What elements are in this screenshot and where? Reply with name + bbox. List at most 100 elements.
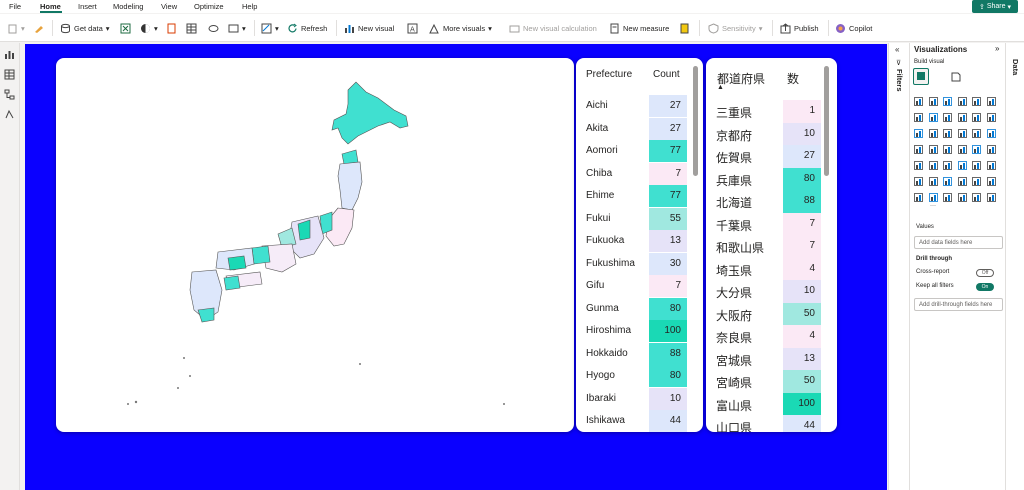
column-header-count[interactable]: Count xyxy=(653,69,680,80)
matrix-visual-icon[interactable] xyxy=(986,161,996,170)
line-column-visual-icon[interactable] xyxy=(957,113,967,122)
excel-button[interactable] xyxy=(120,21,131,35)
recent-sources-button[interactable]: ▾ xyxy=(228,21,246,35)
treemap-visual-icon[interactable] xyxy=(986,129,996,138)
cross-report-toggle[interactable]: Off xyxy=(976,269,994,277)
prefecture-table-en[interactable]: Prefecture Count Aichi 27 Akita 27 Aomori 77 C… xyxy=(576,58,703,432)
publish-button[interactable]: Publish xyxy=(780,21,819,35)
menu-view[interactable]: View xyxy=(161,2,177,11)
map-region-ehime[interactable] xyxy=(223,275,241,291)
table-row[interactable]: Aichi 27 xyxy=(576,95,691,117)
table-row[interactable]: Hokkaido 88 xyxy=(576,342,691,365)
filled-map-visual-icon[interactable] xyxy=(928,145,938,154)
table-row[interactable]: 宮城県 13 xyxy=(706,347,821,370)
build-visual-tab[interactable] xyxy=(913,68,929,85)
refresh-button[interactable]: Refresh xyxy=(287,21,327,35)
menu-help[interactable]: Help xyxy=(242,2,257,11)
table-row[interactable]: 奈良県 4 xyxy=(706,325,821,348)
menu-home[interactable]: Home xyxy=(40,2,61,11)
table-row[interactable]: 山口県 44 xyxy=(706,415,821,432)
table-row[interactable]: 佐賀県 27 xyxy=(706,145,821,168)
expand-chevron-icon[interactable]: » xyxy=(995,44,999,53)
table-row[interactable]: 大分県 10 xyxy=(706,280,821,303)
table-row[interactable]: 北海道 88 xyxy=(706,190,821,213)
filters-pane[interactable]: « ⊽ Filters xyxy=(888,43,910,490)
map-region-hyogo[interactable] xyxy=(251,245,271,265)
python-visual-icon[interactable] xyxy=(928,177,938,186)
collapse-chevron-icon[interactable]: « xyxy=(895,45,899,54)
table-row[interactable]: 三重県 1 xyxy=(706,100,821,123)
table-row[interactable]: Ehime 77 xyxy=(576,185,691,207)
dax-query-view-icon[interactable] xyxy=(4,107,15,119)
scatter-visual-icon[interactable] xyxy=(943,129,952,138)
key-influencers-visual-icon[interactable] xyxy=(943,177,952,186)
quick-measure-button[interactable] xyxy=(679,21,690,35)
menu-modeling[interactable]: Modeling xyxy=(113,2,143,11)
gauge-visual-icon[interactable] xyxy=(986,145,996,154)
table-scrollbar[interactable] xyxy=(824,66,829,176)
format-painter-button[interactable] xyxy=(33,21,44,35)
map-region-hiroshima[interactable] xyxy=(227,255,247,271)
table-row[interactable]: Ishikawa 44 xyxy=(576,410,691,432)
trophy-visual-icon[interactable] xyxy=(957,193,967,202)
card-visual-icon[interactable] xyxy=(914,161,923,170)
onelake-button[interactable]: ▾ xyxy=(140,21,158,35)
model-view-icon[interactable] xyxy=(4,87,15,100)
menu-file[interactable]: File xyxy=(9,2,21,11)
new-visual-calculation-button[interactable]: New visual calculation xyxy=(509,21,597,35)
table-row[interactable]: Hyogo 80 xyxy=(576,365,691,387)
table-row[interactable]: 宮崎県 50 xyxy=(706,370,821,393)
dataverse-button[interactable] xyxy=(208,21,219,35)
table-row[interactable]: Fukushima 30 xyxy=(576,252,691,275)
map-region-aomori[interactable] xyxy=(341,149,359,165)
values-well[interactable]: Add data fields here xyxy=(914,236,1003,249)
paste-button[interactable]: ▾ xyxy=(7,21,25,35)
column-header-kazu[interactable]: 数 xyxy=(787,70,799,87)
column-header-todofuken[interactable]: 都道府県 xyxy=(717,70,765,87)
table-row[interactable]: 兵庫県 80 xyxy=(706,167,821,190)
stacked-area-visual-icon[interactable] xyxy=(943,113,952,122)
table-row[interactable]: Aomori 77 xyxy=(576,140,691,162)
power-automate-visual-icon[interactable] xyxy=(943,193,952,202)
enter-data-button[interactable] xyxy=(186,21,197,35)
table-row[interactable]: Chiba 7 xyxy=(576,162,691,185)
slicer-visual-icon[interactable] xyxy=(957,161,967,170)
decomposition-visual-icon[interactable] xyxy=(957,177,967,186)
map-region-kagoshima[interactable] xyxy=(197,307,215,323)
map-visual-icon[interactable] xyxy=(914,145,923,154)
keep-all-filters-toggle[interactable]: On xyxy=(976,283,994,291)
table-row[interactable]: Gifu 7 xyxy=(576,275,691,297)
filled-map-visual[interactable] xyxy=(56,58,574,432)
table-row[interactable]: 京都府 10 xyxy=(706,122,821,145)
pie-visual-icon[interactable] xyxy=(957,129,967,138)
table-row[interactable]: Fukui 55 xyxy=(576,207,691,230)
share-button[interactable]: ⇪ Share ▾ xyxy=(972,0,1018,13)
transform-data-button[interactable]: ▾ xyxy=(261,21,279,35)
table-row[interactable]: 大阪府 50 xyxy=(706,302,821,325)
funnel-visual-icon[interactable] xyxy=(928,129,938,138)
prefecture-table-ja[interactable]: 都道府県 ▲ 数 三重県 1 京都府 10 佐賀県 27 兵庫県 80 北海道 88 千葉県 7 和歌山… xyxy=(706,58,837,432)
narrative-visual-icon[interactable] xyxy=(986,177,996,186)
table-row[interactable]: 千葉県 7 xyxy=(706,212,821,235)
table-row[interactable]: Fukuoka 13 xyxy=(576,230,691,252)
new-measure-button[interactable]: New measure xyxy=(609,21,669,35)
waterfall-visual-icon[interactable] xyxy=(914,129,923,138)
new-visual-button[interactable]: New visual xyxy=(344,21,394,35)
text-box-button[interactable]: A xyxy=(407,21,418,35)
drill-through-well[interactable]: Add drill-through fields here xyxy=(914,298,1003,311)
donut-visual-icon[interactable] xyxy=(972,129,981,138)
map-region-tohoku[interactable] xyxy=(337,161,363,211)
menu-insert[interactable]: Insert xyxy=(78,2,97,11)
ribbon-visual-icon[interactable] xyxy=(986,113,996,122)
table-view-icon[interactable] xyxy=(4,67,15,80)
paginated-visual-icon[interactable] xyxy=(914,193,923,202)
copilot-button[interactable]: Copilot xyxy=(835,21,872,35)
r-script-visual-icon[interactable] xyxy=(914,177,923,186)
table-scrollbar[interactable] xyxy=(693,66,698,176)
format-visual-tab[interactable] xyxy=(950,71,962,85)
clustered-bar-visual-icon[interactable] xyxy=(943,97,952,106)
clustered-column-visual-icon[interactable] xyxy=(957,97,967,106)
menu-optimize[interactable]: Optimize xyxy=(194,2,224,11)
arcgis-visual-icon[interactable] xyxy=(972,145,981,154)
sql-button[interactable] xyxy=(166,21,177,35)
